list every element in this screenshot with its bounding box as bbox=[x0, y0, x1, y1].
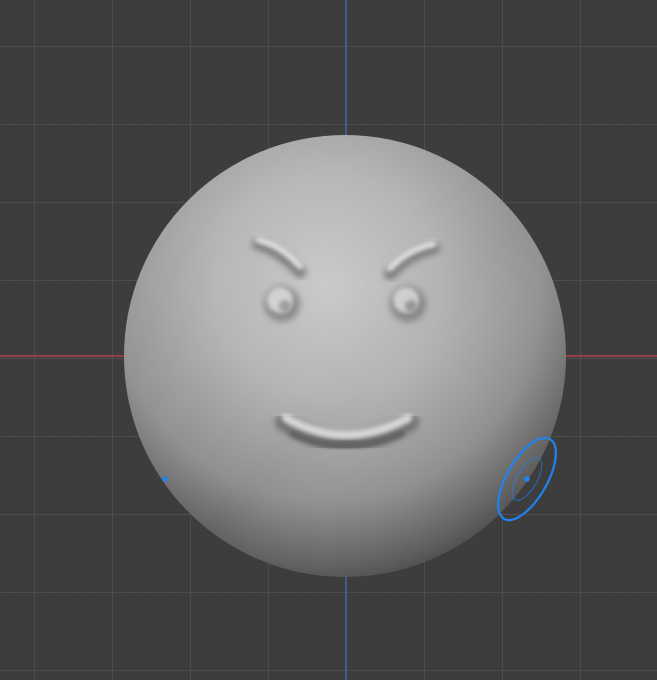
3d-viewport[interactable] bbox=[0, 0, 657, 680]
eye-left bbox=[264, 286, 300, 322]
viewport-scene[interactable] bbox=[0, 0, 657, 680]
eye-right bbox=[390, 286, 426, 322]
stroke-dot bbox=[162, 476, 168, 482]
